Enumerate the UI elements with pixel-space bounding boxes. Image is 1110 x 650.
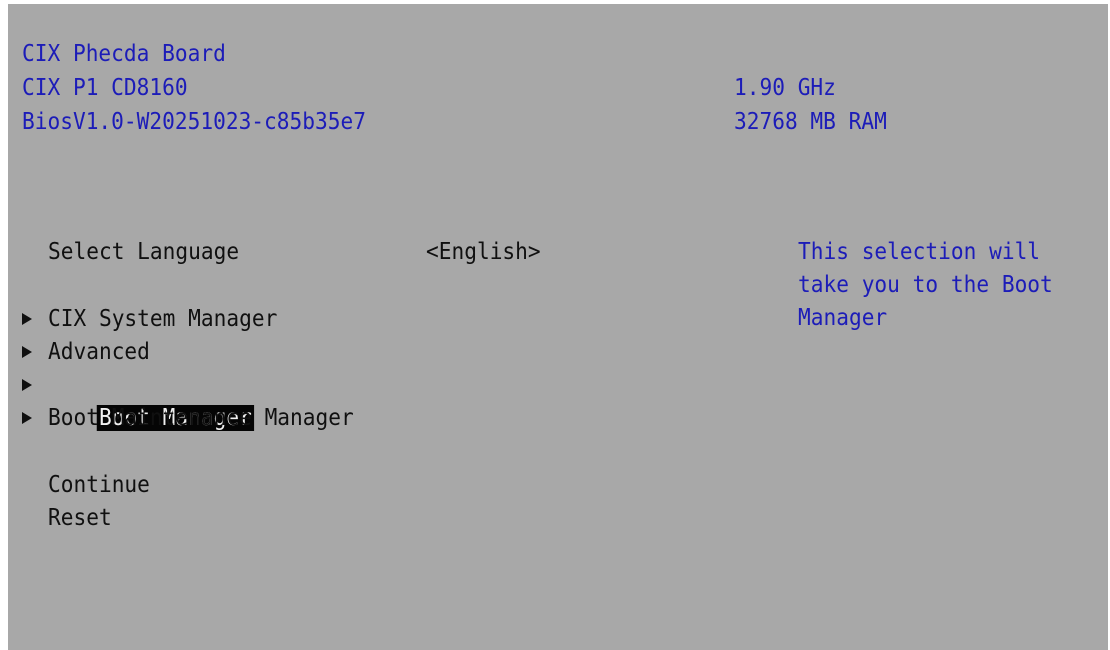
continue-button[interactable]: Continue — [48, 469, 150, 502]
language-select[interactable]: <English> — [426, 236, 541, 269]
submenu-arrow-icon — [22, 412, 32, 424]
cpu-model: CIX P1 CD8160 — [22, 75, 188, 101]
submenu-arrow-icon — [22, 346, 32, 358]
bios-setup-screen: CIX Phecda Board CIX P1 CD8160 BiosV1.0-… — [8, 4, 1108, 650]
help-text-line: take you to the Boot — [798, 272, 1053, 298]
submenu-arrow-icon — [22, 379, 32, 391]
cpu-speed: 1.90 GHz — [734, 75, 836, 101]
submenu-arrow-icon — [22, 313, 32, 325]
help-text-line: This selection will — [798, 239, 1041, 265]
reset-button[interactable]: Reset — [48, 502, 112, 535]
memory-size: 32768 MB RAM — [734, 109, 887, 135]
select-language-label: Select Language — [48, 239, 240, 265]
board-name: CIX Phecda Board — [22, 41, 226, 67]
menu-item-cix-system-manager[interactable]: CIX System Manager — [48, 303, 277, 336]
menu-item-boot-maintenance-manager[interactable]: Boot Maintenance Manager — [48, 402, 354, 435]
bios-version: BiosV1.0-W20251023-c85b35e7 — [22, 109, 366, 135]
menu-item-advanced[interactable]: Advanced — [48, 336, 150, 369]
help-text-line: Manager — [798, 305, 888, 331]
